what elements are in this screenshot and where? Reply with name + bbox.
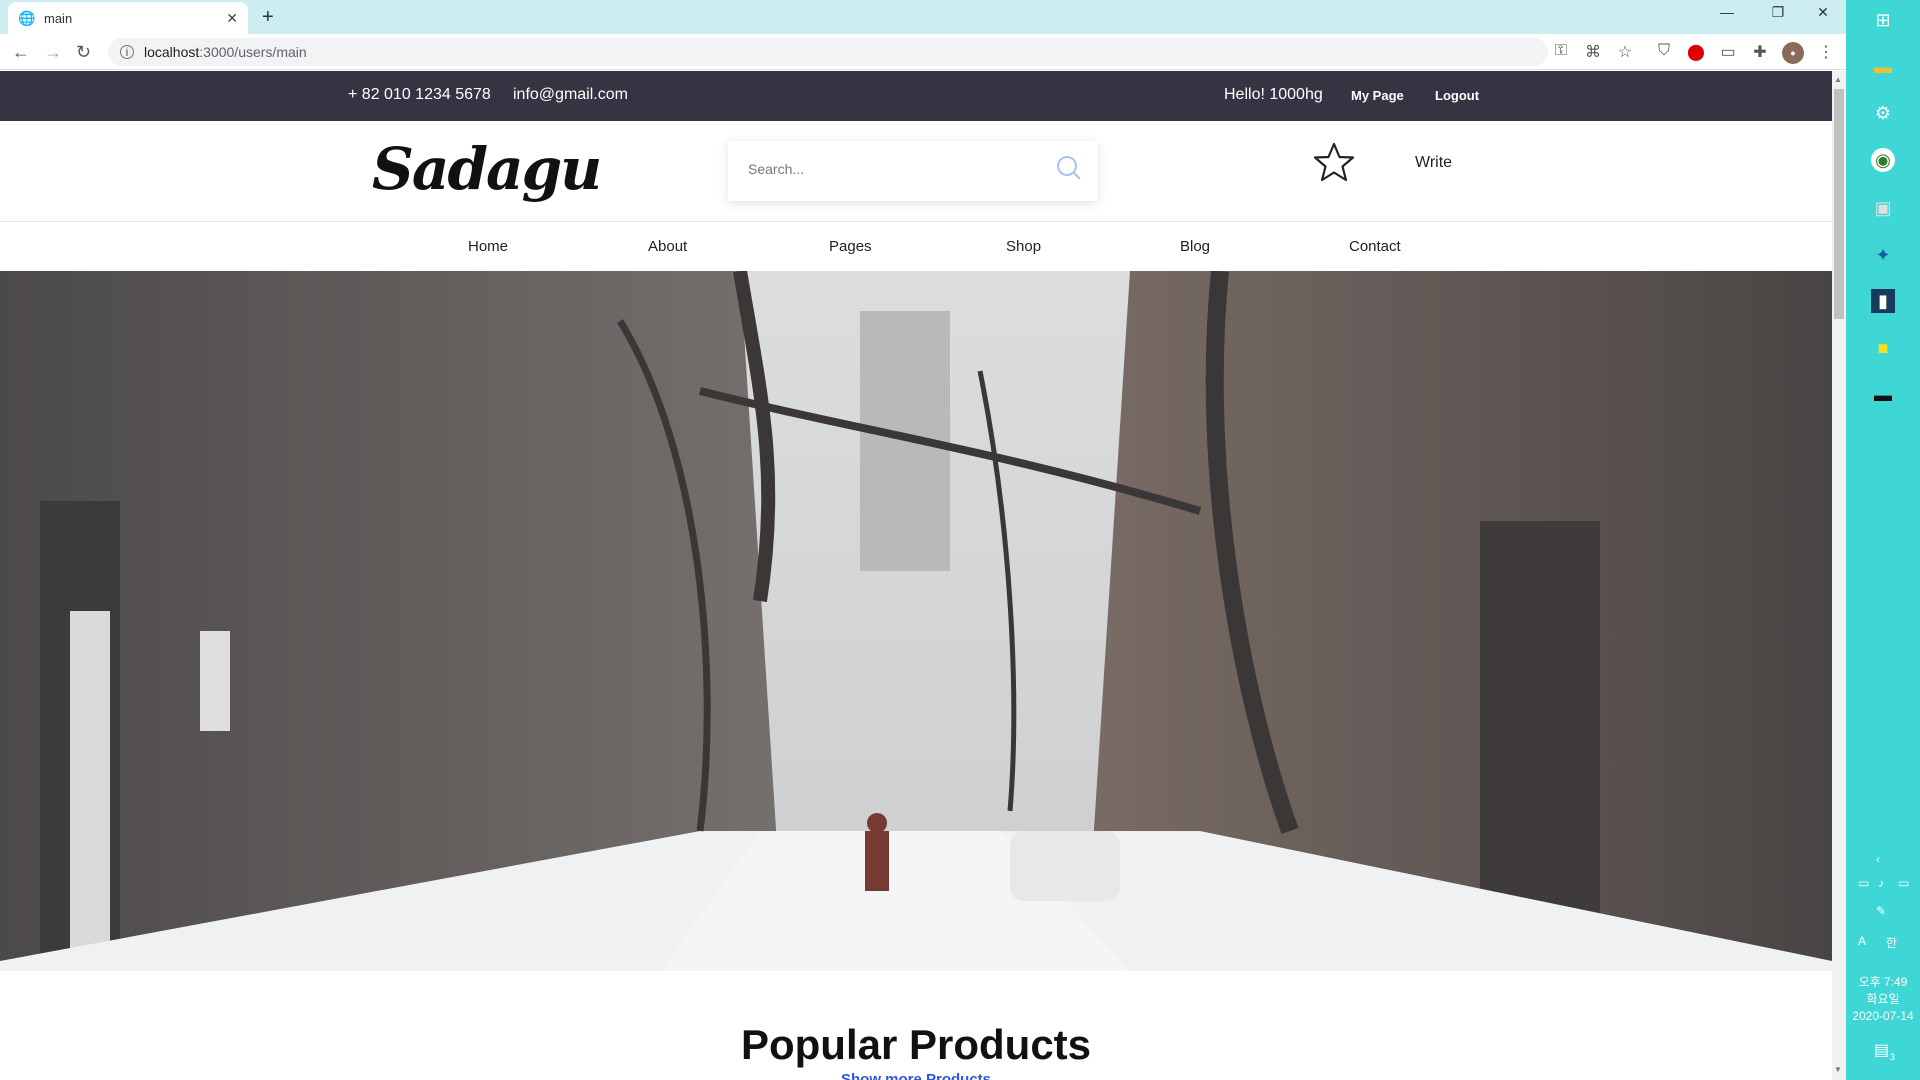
extension-icon[interactable]: ▭ (1718, 42, 1738, 62)
tab-strip: 🌐 main ✕ + — ❐ ✕ (0, 0, 1846, 34)
terminal-icon[interactable]: ▬ (1871, 383, 1895, 407)
browser-tab[interactable]: 🌐 main ✕ (8, 2, 248, 34)
taskbar-clock[interactable]: 오후 7:49 화요일 2020-07-14 (1846, 974, 1920, 1025)
notification-count: 3 (1890, 1052, 1896, 1062)
browser-toolbar: ← → ↻ i localhost:3000/users/main ⚿ ⌘ ☆ … (0, 34, 1846, 70)
page-scrollbar[interactable]: ▲ ▼ (1832, 71, 1846, 1080)
url-text: localhost:3000/users/main (144, 44, 307, 60)
main-nav: Home About Pages Shop Blog Contact (0, 222, 1832, 272)
network-app-icon[interactable]: ✦ (1871, 243, 1895, 267)
nav-contact[interactable]: Contact (1349, 238, 1401, 255)
shield-extension-icon[interactable]: ⛉ (1654, 42, 1674, 60)
adblock-extension-icon[interactable]: ⬤ (1686, 42, 1706, 62)
close-tab-icon[interactable]: ✕ (226, 10, 238, 27)
write-link[interactable]: Write (1415, 154, 1452, 172)
key-icon[interactable]: ⚿ (1551, 42, 1571, 60)
snowy-street-image (0, 271, 1832, 971)
new-tab-button[interactable]: + (262, 6, 274, 29)
settings-gear-icon[interactable]: ⚙ (1871, 101, 1895, 125)
section-title: Popular Products (740, 1021, 1092, 1068)
address-bar[interactable]: i localhost:3000/users/main (108, 38, 1548, 66)
search-input[interactable] (748, 161, 1028, 177)
forward-icon[interactable]: → (44, 42, 62, 63)
contact-phone: + 82 010 1234 5678 (348, 86, 491, 103)
windows-taskbar: ⊞ ▬ ⚙ ◉ ▣ ✦ ▮ ■ ▬ ‹ ▭ ♪ ▭ ✎ A 한 오후 7:49 … (1846, 0, 1920, 1080)
scrollbar-thumb[interactable] (1834, 89, 1844, 319)
mypage-link[interactable]: My Page (1351, 88, 1404, 103)
nav-shop[interactable]: Shop (1006, 238, 1041, 255)
hero-banner-image (0, 271, 1832, 971)
clock-date: 2020-07-14 (1852, 1009, 1914, 1023)
windows-start-icon[interactable]: ⊞ (1871, 8, 1895, 32)
logout-link[interactable]: Logout (1435, 88, 1479, 103)
page-viewport: + 82 010 1234 5678 info@gmail.com Hello!… (0, 71, 1832, 1080)
file-explorer-icon[interactable]: ▬ (1871, 55, 1895, 79)
url-path: :3000/users/main (199, 44, 307, 60)
ime-han-label[interactable]: 한 (1886, 934, 1897, 951)
minimize-icon[interactable]: — (1704, 4, 1750, 20)
site-header: Sadagu Write (0, 121, 1832, 222)
volume-icon[interactable]: ♪ (1878, 876, 1884, 890)
back-icon[interactable]: ← (12, 42, 30, 63)
nav-about[interactable]: About (648, 238, 687, 255)
profile-avatar[interactable]: ● (1782, 42, 1804, 64)
tab-title: main (44, 10, 73, 26)
clock-day: 화요일 (1866, 992, 1900, 1006)
show-more-link[interactable]: Show more Products (0, 1071, 1832, 1080)
menu-dots-icon[interactable]: ⋮ (1816, 42, 1836, 62)
app-window-icon[interactable]: ▣ (1871, 196, 1895, 220)
ide-app-icon[interactable]: ▮ (1871, 289, 1895, 313)
chevron-left-icon[interactable]: ‹ (1876, 852, 1880, 866)
browser-window: 🌐 main ✕ + — ❐ ✕ ← → ↻ i localhost:3000/… (0, 0, 1846, 1080)
site-logo[interactable]: Sadagu (372, 135, 602, 203)
nav-home[interactable]: Home (468, 238, 508, 255)
battery-icon[interactable]: ▭ (1858, 876, 1869, 890)
nav-pages[interactable]: Pages (829, 238, 872, 255)
pen-icon[interactable]: ✎ (1876, 904, 1886, 918)
contact-email[interactable]: info@gmail.com (513, 86, 628, 104)
user-greeting: Hello! 1000hg (1224, 86, 1323, 103)
clock-time: 오후 7:49 (1858, 975, 1908, 989)
notification-icon[interactable]: ▤ (1874, 1040, 1889, 1060)
close-window-icon[interactable]: ✕ (1800, 4, 1846, 21)
translate-icon[interactable]: ⌘ (1583, 42, 1603, 62)
scroll-up-icon[interactable]: ▲ (1834, 75, 1842, 84)
site-topbar: + 82 010 1234 5678 info@gmail.com Hello!… (0, 71, 1832, 121)
nav-blog[interactable]: Blog (1180, 238, 1210, 255)
sticky-notes-icon[interactable]: ■ (1871, 336, 1895, 360)
reload-icon[interactable]: ↻ (76, 42, 91, 63)
search-box (728, 141, 1098, 201)
scroll-down-icon[interactable]: ▼ (1834, 1065, 1842, 1074)
puzzle-icon[interactable]: ✚ (1750, 42, 1770, 62)
url-host: localhost (144, 44, 200, 60)
wishlist-star-icon[interactable] (1312, 141, 1356, 185)
chrome-icon[interactable]: ◉ (1871, 148, 1895, 172)
info-icon[interactable]: i (120, 45, 134, 59)
restore-icon[interactable]: ❐ (1755, 4, 1801, 21)
globe-icon: 🌐 (18, 10, 36, 26)
ime-a-label[interactable]: A (1858, 934, 1866, 948)
search-icon[interactable] (1056, 155, 1082, 181)
network-icon[interactable]: ▭ (1898, 876, 1909, 890)
bookmark-star-icon[interactable]: ☆ (1615, 42, 1635, 62)
